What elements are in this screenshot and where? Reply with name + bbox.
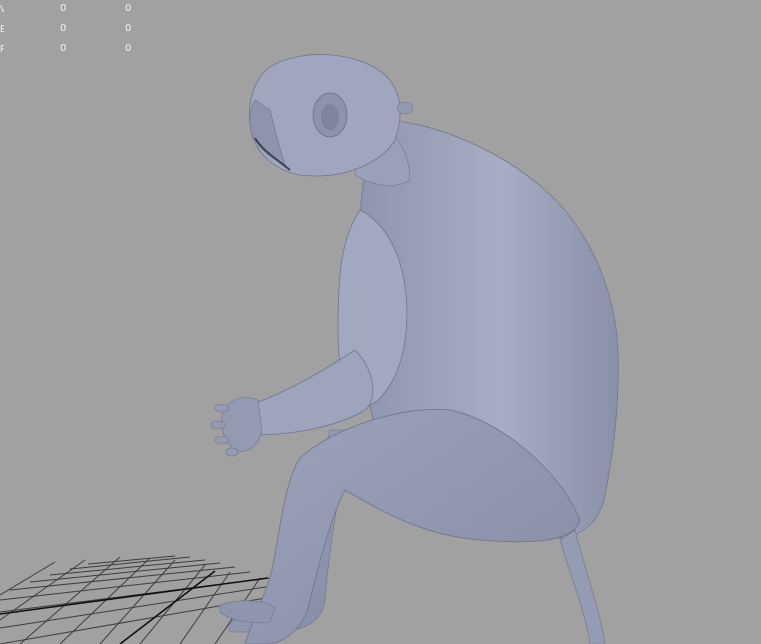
3d-viewport[interactable]: Verts: 0 0 Edges: 0 0 Faces: 0 0 [0,0,761,644]
hand [210,397,263,457]
creature-model[interactable] [0,0,761,644]
